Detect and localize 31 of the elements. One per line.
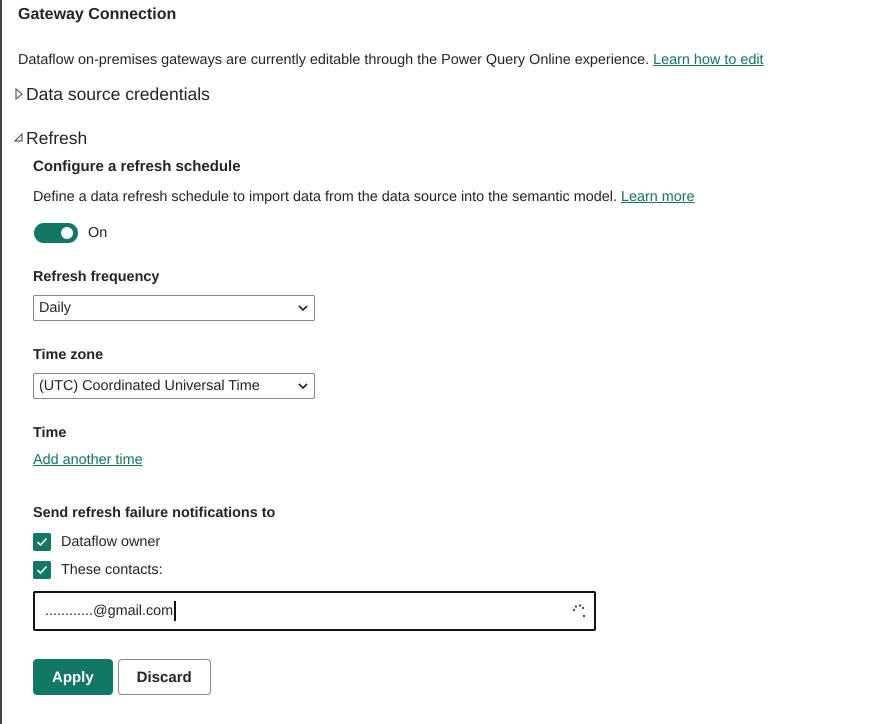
chevron-down-icon: [298, 383, 308, 389]
section-header[interactable]: Data source credentials: [14, 83, 210, 105]
field-label: Time: [33, 424, 68, 443]
field-label: Refresh frequency: [33, 268, 160, 287]
checkbox-label: Dataflow owner: [61, 534, 160, 550]
checkmark-icon: [36, 537, 48, 547]
text-cursor: [174, 601, 176, 621]
checkbox-label: These contacts:: [61, 562, 163, 578]
discard-button[interactable]: Discard: [118, 659, 211, 695]
checkbox[interactable]: [33, 533, 51, 551]
checkbox[interactable]: [33, 561, 51, 579]
dropdown[interactable]: (UTC) Coordinated Universal Time: [33, 373, 315, 399]
section-heading: Configure a refresh schedule: [33, 157, 242, 177]
learn-how-link[interactable]: Learn how to edit: [653, 52, 764, 68]
apply-button[interactable]: Apply: [33, 659, 113, 695]
section-header[interactable]: Refresh: [14, 127, 88, 149]
toggle-label: On: [88, 225, 108, 241]
notifications-heading: Send refresh failure notifications to: [33, 504, 276, 523]
dropdown[interactable]: Daily: [33, 295, 315, 321]
toggle-switch[interactable]: [34, 223, 78, 243]
field-label: Time zone: [33, 346, 104, 365]
expand-triangle-icon: [14, 88, 24, 100]
learn-more-link[interactable]: Learn more: [620, 189, 695, 205]
add-time-link[interactable]: Add another time: [33, 452, 143, 468]
contacts-input-field[interactable]: ............@gmail.com: [33, 591, 596, 631]
page-title: Gateway Connection: [18, 5, 178, 25]
collapse-triangle-icon: [14, 133, 24, 143]
checkmark-icon: [36, 565, 48, 575]
notice-text: Dataflow on-premises gateways are currently editable through the Power Query Online experience. Learn how to edit: [18, 51, 765, 69]
chevron-down-icon: [298, 305, 308, 311]
description-text: Define a data refresh schedule to import data from the data source into the semantic model. Learn more: [33, 188, 696, 207]
